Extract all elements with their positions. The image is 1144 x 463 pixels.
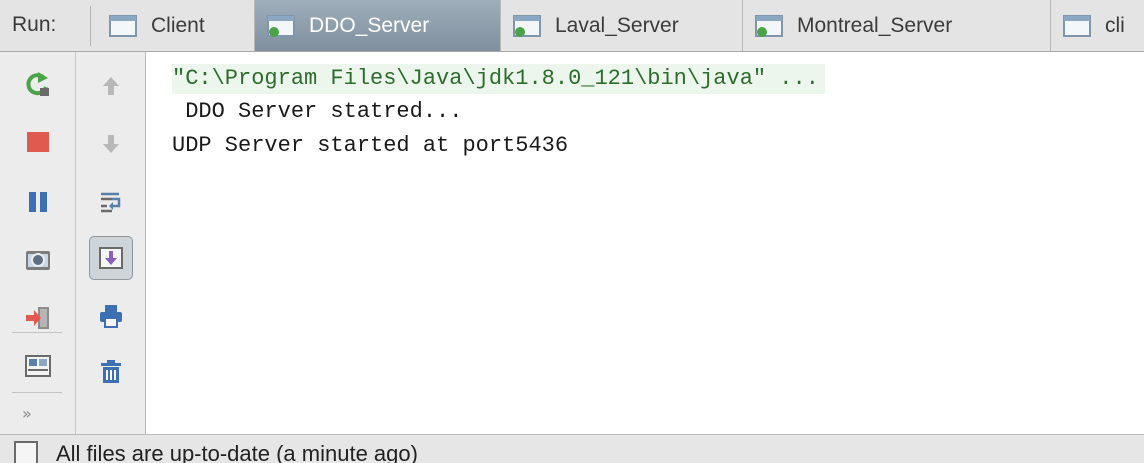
print-button[interactable] xyxy=(89,294,133,338)
up-arrow-icon xyxy=(103,77,119,95)
tab-laval-server[interactable]: Laval_Server xyxy=(501,0,743,51)
tab-label: Montreal_Server xyxy=(797,13,953,37)
tab-label: Client xyxy=(151,13,205,37)
running-console-tab-icon xyxy=(513,14,543,38)
dump-threads-icon xyxy=(26,251,50,270)
console-actions-toolbar xyxy=(76,52,146,434)
status-bar: All files are up-to-date (a minute ago) xyxy=(0,434,1144,463)
restore-layout-button[interactable] xyxy=(16,344,60,388)
run-actions-toolbar: » xyxy=(0,52,76,434)
pause-button[interactable] xyxy=(16,180,60,224)
clear-all-button[interactable] xyxy=(89,350,133,394)
down-arrow-icon xyxy=(103,135,119,153)
toolbar-divider xyxy=(12,332,62,333)
previous-occurrence-button[interactable] xyxy=(89,64,133,108)
restore-layout-icon xyxy=(25,355,51,377)
tab-ddo-server[interactable]: DDO_Server xyxy=(255,0,501,51)
console-output[interactable]: "C:\Program Files\Java\jdk1.8.0_121\bin\… xyxy=(146,52,1144,434)
tab-label: cli xyxy=(1105,13,1125,37)
running-console-tab-icon xyxy=(267,14,297,38)
tab-montreal-server[interactable]: Montreal_Server xyxy=(743,0,1051,51)
rerun-button[interactable] xyxy=(16,62,60,106)
tab-label: Laval_Server xyxy=(555,13,679,37)
soft-wrap-icon xyxy=(101,192,121,213)
tab-label: DDO_Server xyxy=(309,13,430,37)
next-occurrence-button[interactable] xyxy=(89,122,133,166)
print-icon xyxy=(100,305,122,328)
exit-icon xyxy=(26,307,49,329)
console-tab-icon xyxy=(109,14,139,38)
scroll-to-end-button[interactable] xyxy=(89,236,133,280)
console-line: UDP Server started at port5436 xyxy=(172,133,569,158)
tab-separator xyxy=(90,6,91,46)
run-tab-bar: Run: Client DDO_Server Laval_Server Mont… xyxy=(0,0,1144,52)
stop-button[interactable] xyxy=(16,120,60,164)
stop-icon xyxy=(27,132,49,152)
scroll-to-end-icon xyxy=(99,247,123,269)
exit-button[interactable] xyxy=(16,296,60,340)
console-command-line: "C:\Program Files\Java\jdk1.8.0_121\bin\… xyxy=(172,64,825,94)
status-text: All files are up-to-date (a minute ago) xyxy=(56,441,418,463)
console-tab-icon xyxy=(1063,14,1093,38)
console-line: DDO Server statred... xyxy=(172,99,463,124)
pause-icon xyxy=(29,192,47,212)
run-tool-window: Run: Client DDO_Server Laval_Server Mont… xyxy=(0,0,1144,463)
rerun-icon xyxy=(26,72,49,96)
tab-client[interactable]: Client xyxy=(97,0,255,51)
toolbar-divider xyxy=(12,392,62,393)
running-console-tab-icon xyxy=(755,14,785,38)
tab-cli[interactable]: cli xyxy=(1051,0,1144,51)
soft-wrap-button[interactable] xyxy=(89,180,133,224)
trash-icon xyxy=(101,360,121,383)
status-square-icon[interactable] xyxy=(14,441,38,463)
dump-threads-button[interactable] xyxy=(16,238,60,282)
more-icon[interactable]: » xyxy=(22,404,32,423)
run-label: Run: xyxy=(12,13,57,36)
